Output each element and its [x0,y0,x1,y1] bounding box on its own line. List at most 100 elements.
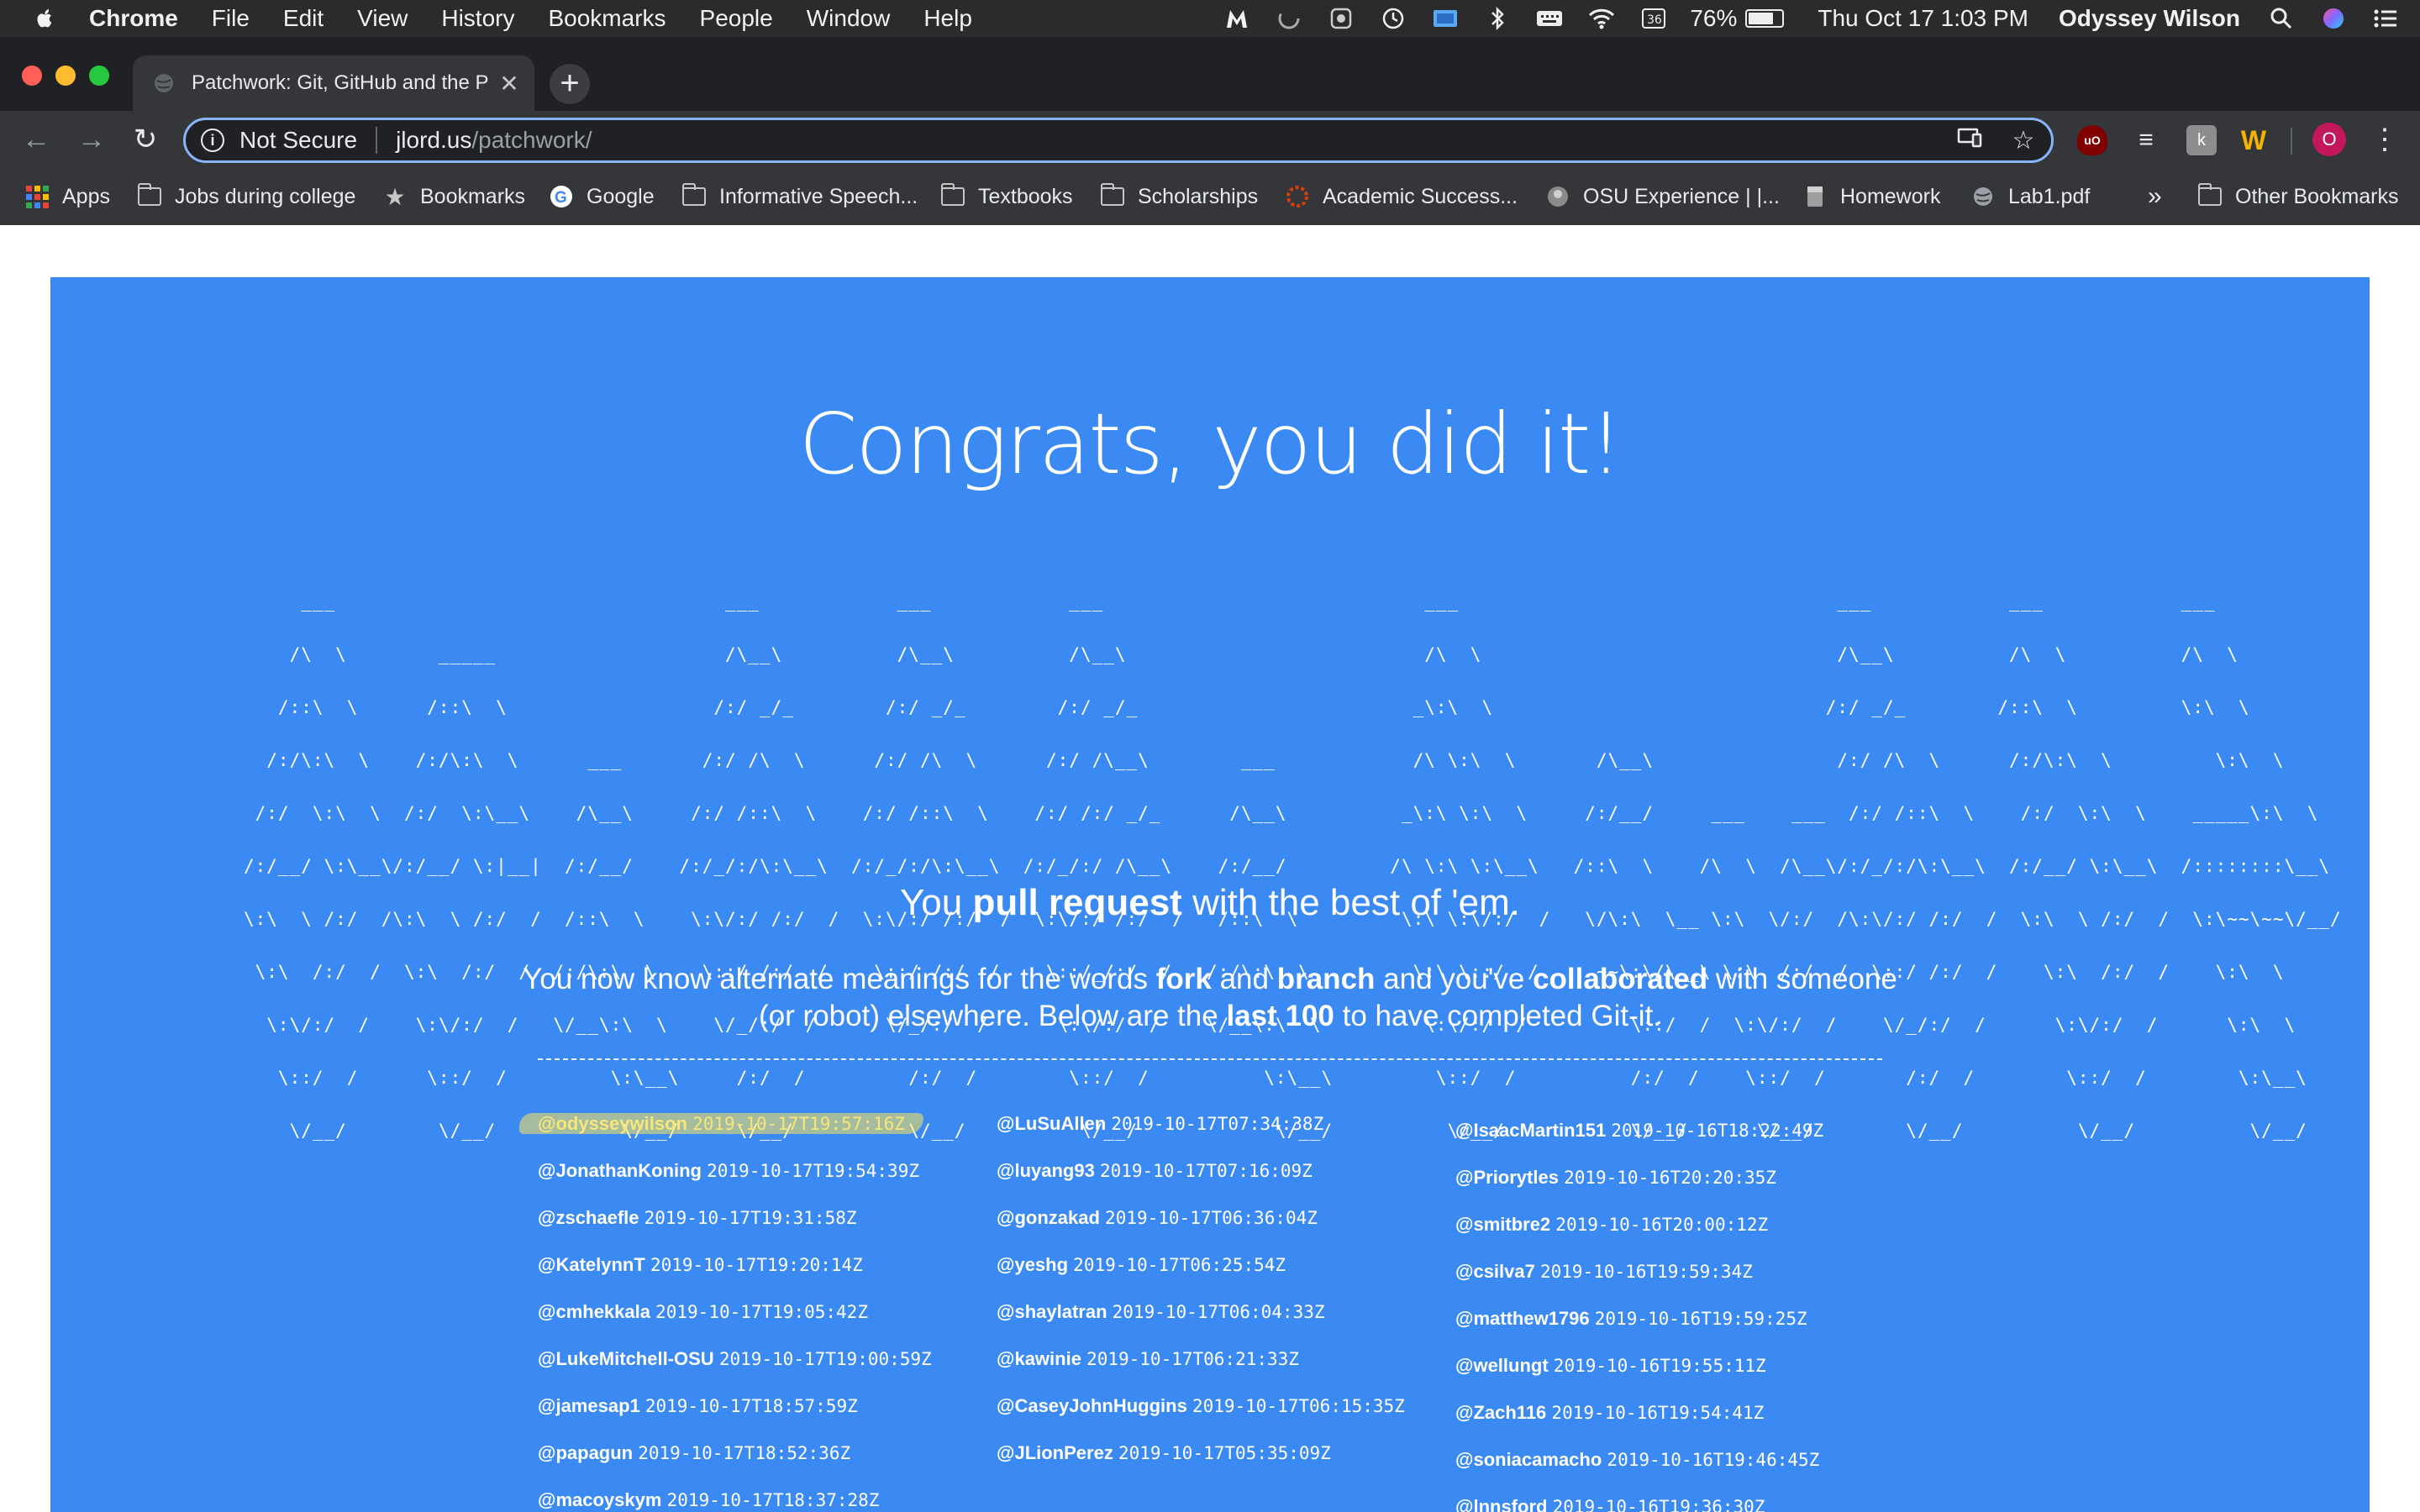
menu-edit[interactable]: Edit [283,5,324,32]
screen-capture-icon[interactable] [1327,6,1355,31]
completion-entry: @CaseyJohnHuggins 2019-10-17T06:15:35Z [997,1383,1450,1430]
ascii-row: /::\ \ /::\ \ /:/ _/_ /:/ _/_ /:/ _/_ _\… [244,697,2285,717]
reload-icon[interactable]: ↻ [128,123,163,158]
menu-file[interactable]: File [212,5,250,32]
ascii-row: /:/__/ \:\__\/:/__/ \:|__| /:/__/ /:/_/:… [244,856,2331,876]
github-username-link[interactable]: @KatelynnT [538,1254,645,1275]
github-username-link[interactable]: @matthew1796 [1455,1308,1590,1329]
language-input-icon[interactable]: 36 [1639,6,1668,31]
menu-help[interactable]: Help [923,5,972,32]
bookmark-osu-experience[interactable]: OSU Experience | |... [1546,181,1780,212]
github-username-link[interactable]: @JonathanKoning [538,1160,702,1181]
github-username-link[interactable]: @IsaacMartin151 [1455,1120,1606,1141]
site-info-icon[interactable]: i [201,129,224,152]
omnibox-actions: ☆ [1932,125,2039,157]
bookmark-scholarships[interactable]: Scholarships [1101,181,1258,212]
github-username-link[interactable]: @gonzakad [997,1207,1100,1228]
kami-extension-icon[interactable]: k [2186,125,2217,155]
folder-icon [2198,183,2222,208]
apple-logo-icon[interactable] [32,6,57,31]
notification-center-icon[interactable] [2371,6,2400,31]
menu-bar-user[interactable]: Odyssey Wilson [2059,5,2240,32]
completions-column-1: @odysseywilson 2019-10-17T19:57:16Z @Jona… [519,1100,992,1512]
github-username-link[interactable]: @LuSuAllen [997,1113,1106,1134]
github-username-link[interactable]: @smitbre2 [1455,1214,1550,1235]
github-username-link[interactable]: @jamesap1 [538,1395,640,1416]
menu-bar-clock[interactable]: Thu Oct 17 1:03 PM [1818,5,2028,32]
bookmark-apps[interactable]: Apps [25,181,110,212]
extension-w-icon[interactable]: W [2238,125,2269,155]
github-username-link[interactable]: @cmhekkala [538,1301,650,1322]
menu-window[interactable]: Window [807,5,891,32]
github-username-link[interactable]: @csilva7 [1455,1261,1535,1282]
github-username-link[interactable]: @kawinie [997,1348,1081,1369]
spotlight-search-icon[interactable] [2267,6,2296,31]
wifi-icon[interactable] [1587,6,1616,31]
battery-icon[interactable] [1745,9,1785,28]
display-mirroring-icon[interactable] [1431,6,1460,31]
siri-icon[interactable] [2319,6,2348,31]
bookmark-informative-speech[interactable]: Informative Speech... [682,181,918,212]
completion-entry: @csilva7 2019-10-16T19:59:34Z [1455,1248,1909,1295]
bookmark-textbooks[interactable]: Textbooks [941,181,1073,212]
window-minimize-button[interactable] [55,66,76,86]
github-username-link[interactable]: @lnnsford [1455,1496,1547,1512]
github-username-link[interactable]: @odysseywilson [538,1113,687,1134]
window-close-button[interactable] [22,66,42,86]
github-username-link[interactable]: @luyang93 [997,1160,1095,1181]
bookmark-google[interactable]: G Google [550,181,655,212]
bookmark-lab1-pdf[interactable]: Lab1.pdf [1971,181,2090,212]
completion-entry: @papagun 2019-10-17T18:52:36Z [538,1430,992,1477]
menu-view[interactable]: View [357,5,408,32]
bookmark-star-icon[interactable]: ☆ [2007,125,2039,157]
github-username-link[interactable]: @papagun [538,1442,633,1463]
github-username-link[interactable]: @JLionPerez [997,1442,1113,1463]
forward-arrow-icon[interactable]: → [74,123,109,158]
menu-history[interactable]: History [441,5,514,32]
malwarebytes-icon[interactable] [1223,6,1251,31]
menu-people[interactable]: People [700,5,773,32]
github-username-link[interactable]: @macoyskym [538,1489,661,1510]
spinner-status-icon[interactable] [1275,6,1303,31]
github-username-link[interactable]: @zschaefle [538,1207,639,1228]
bookmark-jobs-during-college[interactable]: Jobs during college [138,181,355,212]
keyboard-input-icon[interactable] [1535,6,1564,31]
completion-timestamp: 2019-10-17T07:34:38Z [1111,1114,1324,1134]
cast-icon[interactable] [1954,125,1986,157]
chrome-menu-icon[interactable]: ⋮ [2368,123,2402,156]
window-zoom-button[interactable] [89,66,109,86]
profile-avatar[interactable]: O [2312,123,2346,156]
browser-tab-active[interactable]: Patchwork: Git, GitHub and the P ✕ [133,55,534,111]
bookmark-academic-success[interactable]: Academic Success... [1286,181,1518,212]
tab-close-icon[interactable]: ✕ [492,70,526,97]
new-tab-button[interactable]: + [550,64,590,104]
list-extension-icon[interactable]: ≡ [2131,125,2161,155]
bookmarks-overflow-chevron[interactable]: » [2148,181,2162,212]
completion-timestamp: 2019-10-16T18:22:49Z [1611,1121,1824,1141]
ublock-extension-icon[interactable]: uO [2077,125,2107,155]
github-username-link[interactable]: @yeshg [997,1254,1068,1275]
description-text: You now know alternate meanings for the … [523,963,1156,995]
osu-experience-icon [1546,185,1570,208]
security-status[interactable]: Not Secure [239,127,357,154]
bookmark-homework[interactable]: Homework [1803,181,1940,212]
github-username-link[interactable]: @soniacamacho [1455,1449,1602,1470]
github-username-link[interactable]: @shaylatran [997,1301,1107,1322]
bookmark-bookmarks[interactable]: ★ Bookmarks [383,181,525,212]
congrats-panel: Congrats, you did it! ___ ___ ___ ___ __… [50,277,2370,1512]
github-username-link[interactable]: @LukeMitchell-OSU [538,1348,714,1369]
menu-bookmarks[interactable]: Bookmarks [548,5,666,32]
back-arrow-icon[interactable]: ← [18,123,54,158]
completion-entry: @kawinie 2019-10-17T06:21:33Z [997,1336,1450,1383]
github-username-link[interactable]: @Priorytles [1455,1167,1559,1188]
bluetooth-icon[interactable] [1483,6,1512,31]
address-bar[interactable]: i Not Secure jlord.us/patchwork/ ☆ [183,118,2054,163]
folder-icon [941,183,965,208]
github-username-link[interactable]: @Zach116 [1455,1402,1546,1423]
bookmark-other-bookmarks[interactable]: Other Bookmarks [2198,181,2399,212]
menu-app-name[interactable]: Chrome [89,5,178,32]
github-username-link[interactable]: @wellungt [1455,1355,1549,1376]
github-username-link[interactable]: @CaseyJohnHuggins [997,1395,1187,1416]
completion-entry: @macoyskym 2019-10-17T18:37:28Z [538,1477,992,1512]
time-machine-icon[interactable] [1379,6,1407,31]
